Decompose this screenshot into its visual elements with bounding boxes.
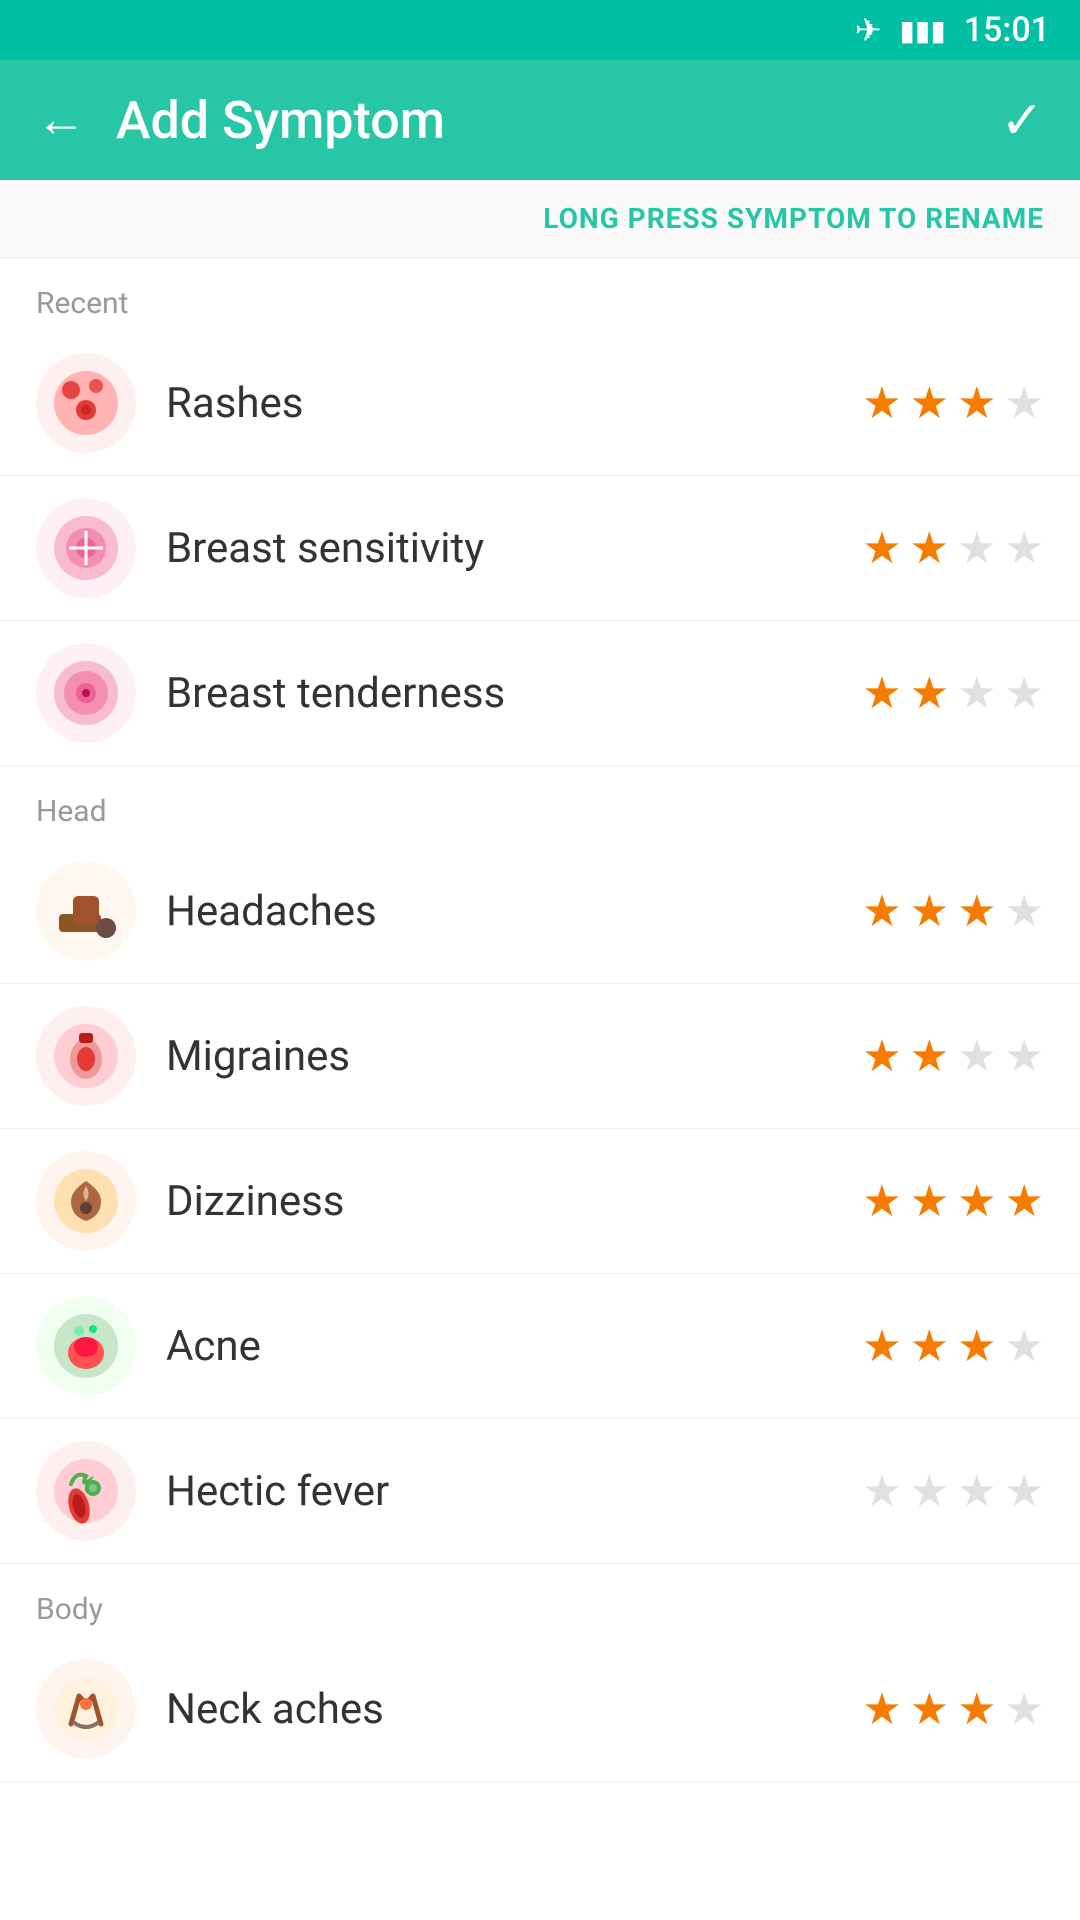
star-rating[interactable]: ★★★★ [862, 1030, 1044, 1082]
star-filled[interactable]: ★ [957, 377, 996, 429]
star-empty[interactable]: ★ [957, 522, 996, 574]
star-filled[interactable]: ★ [910, 1320, 949, 1372]
back-button[interactable]: ← [36, 95, 86, 145]
star-filled[interactable]: ★ [862, 1175, 901, 1227]
symptom-list: Recent Rashes★★★★ Breast sensitivity★★★★… [0, 258, 1080, 1782]
rashes-name: Rashes [166, 379, 862, 428]
symptom-item-headaches[interactable]: Headaches★★★★ [0, 839, 1080, 984]
hint-text: LONG PRESS SYMPTOM TO RENAME [543, 202, 1044, 235]
neck-aches-name: Neck aches [166, 1685, 862, 1734]
app-bar: ← Add Symptom ✓ [0, 60, 1080, 180]
star-filled[interactable]: ★ [862, 885, 901, 937]
symptom-item-dizziness[interactable]: Dizziness★★★★ [0, 1129, 1080, 1274]
status-time: 15:01 [964, 10, 1050, 50]
star-rating[interactable]: ★★★★ [862, 1683, 1044, 1735]
symptom-item-acne[interactable]: Acne★★★★ [0, 1274, 1080, 1419]
symptom-item-hectic-fever[interactable]: Hectic fever★★★★ [0, 1419, 1080, 1564]
section-header-head: Head [0, 766, 1080, 839]
breast-sensitivity-icon [36, 498, 136, 598]
star-filled[interactable]: ★ [957, 885, 996, 937]
star-empty[interactable]: ★ [1005, 377, 1044, 429]
star-rating[interactable]: ★★★★ [862, 522, 1044, 574]
star-empty[interactable]: ★ [1005, 667, 1044, 719]
star-empty[interactable]: ★ [957, 667, 996, 719]
headaches-icon [36, 861, 136, 961]
star-rating[interactable]: ★★★★ [862, 1320, 1044, 1372]
star-empty[interactable]: ★ [1005, 1683, 1044, 1735]
star-rating[interactable]: ★★★★ [862, 1465, 1044, 1517]
status-bar: ✈ ▮▮▮ 15:01 [0, 0, 1080, 60]
hectic-fever-icon [36, 1441, 136, 1541]
section-header-body: Body [0, 1564, 1080, 1637]
star-filled[interactable]: ★ [862, 1320, 901, 1372]
airplane-icon: ✈ [855, 11, 882, 49]
acne-name: Acne [166, 1322, 862, 1371]
star-empty[interactable]: ★ [862, 1465, 901, 1517]
star-filled[interactable]: ★ [910, 885, 949, 937]
hectic-fever-name: Hectic fever [166, 1467, 862, 1516]
hint-bar: LONG PRESS SYMPTOM TO RENAME [0, 180, 1080, 258]
star-filled[interactable]: ★ [910, 1175, 949, 1227]
section-label-recent: Recent [36, 286, 128, 321]
star-filled[interactable]: ★ [862, 1030, 901, 1082]
symptom-item-migraines[interactable]: Migraines★★★★ [0, 984, 1080, 1129]
star-filled[interactable]: ★ [862, 667, 901, 719]
migraines-icon [36, 1006, 136, 1106]
battery-icon: ▮▮▮ [900, 14, 946, 47]
star-filled[interactable]: ★ [910, 377, 949, 429]
breast-tenderness-icon [36, 643, 136, 743]
star-filled[interactable]: ★ [910, 1683, 949, 1735]
breast-sensitivity-name: Breast sensitivity [166, 524, 862, 573]
star-empty[interactable]: ★ [910, 1465, 949, 1517]
star-rating[interactable]: ★★★★ [862, 885, 1044, 937]
star-rating[interactable]: ★★★★ [862, 377, 1044, 429]
confirm-button[interactable]: ✓ [1000, 90, 1044, 151]
star-filled[interactable]: ★ [910, 522, 949, 574]
star-filled[interactable]: ★ [862, 522, 901, 574]
star-empty[interactable]: ★ [1005, 1030, 1044, 1082]
star-empty[interactable]: ★ [1005, 885, 1044, 937]
page-title: Add Symptom [116, 90, 1000, 151]
symptom-item-breast-tenderness[interactable]: Breast tenderness★★★★ [0, 621, 1080, 766]
star-empty[interactable]: ★ [1005, 522, 1044, 574]
star-filled[interactable]: ★ [862, 1683, 901, 1735]
dizziness-icon [36, 1151, 136, 1251]
migraines-name: Migraines [166, 1032, 862, 1081]
acne-icon [36, 1296, 136, 1396]
section-label-body: Body [36, 1592, 103, 1627]
star-empty[interactable]: ★ [957, 1465, 996, 1517]
symptom-item-neck-aches[interactable]: Neck aches★★★★ [0, 1637, 1080, 1782]
star-empty[interactable]: ★ [1005, 1320, 1044, 1372]
rashes-icon [36, 353, 136, 453]
symptom-item-rashes[interactable]: Rashes★★★★ [0, 331, 1080, 476]
star-filled[interactable]: ★ [957, 1320, 996, 1372]
star-filled[interactable]: ★ [1005, 1175, 1044, 1227]
breast-tenderness-name: Breast tenderness [166, 669, 862, 718]
star-filled[interactable]: ★ [910, 1030, 949, 1082]
star-empty[interactable]: ★ [957, 1030, 996, 1082]
star-filled[interactable]: ★ [957, 1175, 996, 1227]
section-header-recent: Recent [0, 258, 1080, 331]
section-label-head: Head [36, 794, 107, 829]
star-rating[interactable]: ★★★★ [862, 1175, 1044, 1227]
star-filled[interactable]: ★ [957, 1683, 996, 1735]
dizziness-name: Dizziness [166, 1177, 862, 1226]
neck-aches-icon [36, 1659, 136, 1759]
headaches-name: Headaches [166, 887, 862, 936]
star-filled[interactable]: ★ [862, 377, 901, 429]
star-empty[interactable]: ★ [1005, 1465, 1044, 1517]
star-filled[interactable]: ★ [910, 667, 949, 719]
star-rating[interactable]: ★★★★ [862, 667, 1044, 719]
symptom-item-breast-sensitivity[interactable]: Breast sensitivity★★★★ [0, 476, 1080, 621]
